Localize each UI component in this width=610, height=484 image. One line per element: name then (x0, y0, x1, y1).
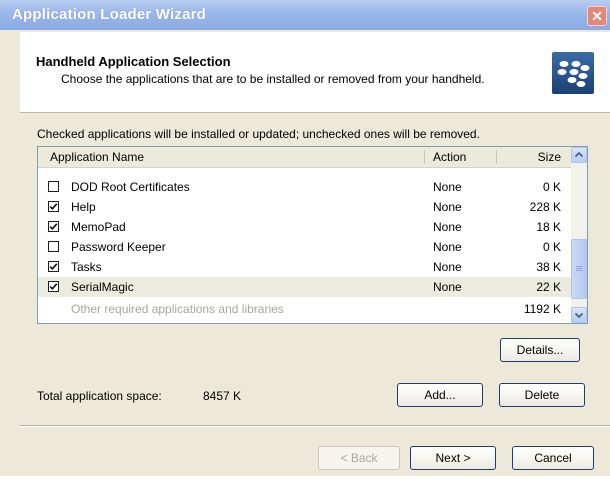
checkbox-checked[interactable] (48, 281, 59, 292)
blackberry-logo-icon (552, 52, 594, 94)
instruction-text: Checked applications will be installed o… (37, 127, 480, 141)
grip-line (576, 270, 582, 271)
app-name: Help (71, 200, 96, 214)
list-item-selected[interactable]: SerialMagic None 22 K (38, 277, 571, 297)
grip-line (576, 266, 582, 267)
checkbox-unchecked[interactable] (48, 241, 59, 252)
app-action: None (433, 280, 462, 294)
column-header-action[interactable]: Action (433, 150, 466, 164)
page-subtitle: Choose the applications that are to be i… (61, 72, 485, 86)
list-item[interactable]: MemoPad None 18 K (38, 217, 571, 237)
back-button[interactable]: < Back (318, 446, 400, 470)
column-divider[interactable] (424, 150, 425, 164)
chevron-up-icon (574, 151, 584, 158)
list-item[interactable]: DOD Root Certificates None 0 K (38, 177, 571, 197)
app-action: None (433, 180, 462, 194)
app-name: Tasks (71, 260, 102, 274)
total-space-value: 8457 K (203, 389, 242, 403)
list-item[interactable]: Password Keeper None 0 K (38, 237, 571, 257)
page-title: Handheld Application Selection (36, 54, 231, 69)
checkbox-checked[interactable] (48, 261, 59, 272)
list-item-required-libraries: Other required applications and librarie… (38, 299, 571, 319)
column-divider[interactable] (496, 150, 497, 164)
vertical-scrollbar[interactable] (571, 147, 587, 323)
column-header-name[interactable]: Application Name (50, 150, 144, 164)
wizard-header: Handheld Application Selection Choose th… (20, 32, 610, 113)
app-name: SerialMagic (71, 280, 134, 294)
application-loader-window: Application Loader Wizard ✕ Handheld App… (0, 0, 610, 476)
add-button[interactable]: Add... (397, 383, 483, 407)
total-space-label: Total application space: (37, 389, 162, 403)
footer-divider (20, 425, 610, 427)
app-size: 228 K (529, 200, 561, 214)
app-action: None (433, 240, 462, 254)
app-size: 0 K (542, 240, 561, 254)
delete-button[interactable]: Delete (499, 383, 585, 407)
chevron-down-icon (574, 312, 584, 319)
app-name: DOD Root Certificates (71, 180, 190, 194)
scroll-thumb[interactable] (571, 239, 587, 299)
app-size: 38 K (536, 260, 561, 274)
app-name: MemoPad (71, 220, 126, 234)
required-libraries-label: Other required applications and librarie… (71, 302, 284, 316)
cancel-button[interactable]: Cancel (512, 446, 594, 470)
list-item[interactable]: Help None 228 K (38, 197, 571, 217)
details-button[interactable]: Details... (500, 338, 580, 362)
close-icon: ✕ (591, 8, 603, 24)
app-action: None (433, 260, 462, 274)
scroll-down-button[interactable] (571, 307, 587, 323)
app-name: Password Keeper (71, 240, 166, 254)
app-size: 22 K (536, 280, 561, 294)
list-header: Application Name Action Size (38, 147, 571, 168)
application-list[interactable]: Application Name Action Size DOD Root Ce… (37, 146, 588, 324)
window-title: Application Loader Wizard (12, 6, 207, 23)
app-size: 0 K (542, 180, 561, 194)
checkbox-checked[interactable] (48, 201, 59, 212)
app-action: None (433, 200, 462, 214)
list-item[interactable]: Tasks None 38 K (38, 257, 571, 277)
title-bar[interactable]: Application Loader Wizard ✕ (0, 0, 610, 30)
app-action: None (433, 220, 462, 234)
checkbox-checked[interactable] (48, 221, 59, 232)
scroll-up-button[interactable] (571, 147, 587, 163)
grip-line (576, 268, 582, 269)
required-libraries-size: 1192 K (523, 302, 561, 316)
close-button[interactable]: ✕ (587, 6, 607, 26)
checkbox-unchecked[interactable] (48, 181, 59, 192)
app-size: 18 K (536, 220, 561, 234)
column-header-size[interactable]: Size (538, 150, 561, 164)
next-button[interactable]: Next > (410, 446, 496, 470)
